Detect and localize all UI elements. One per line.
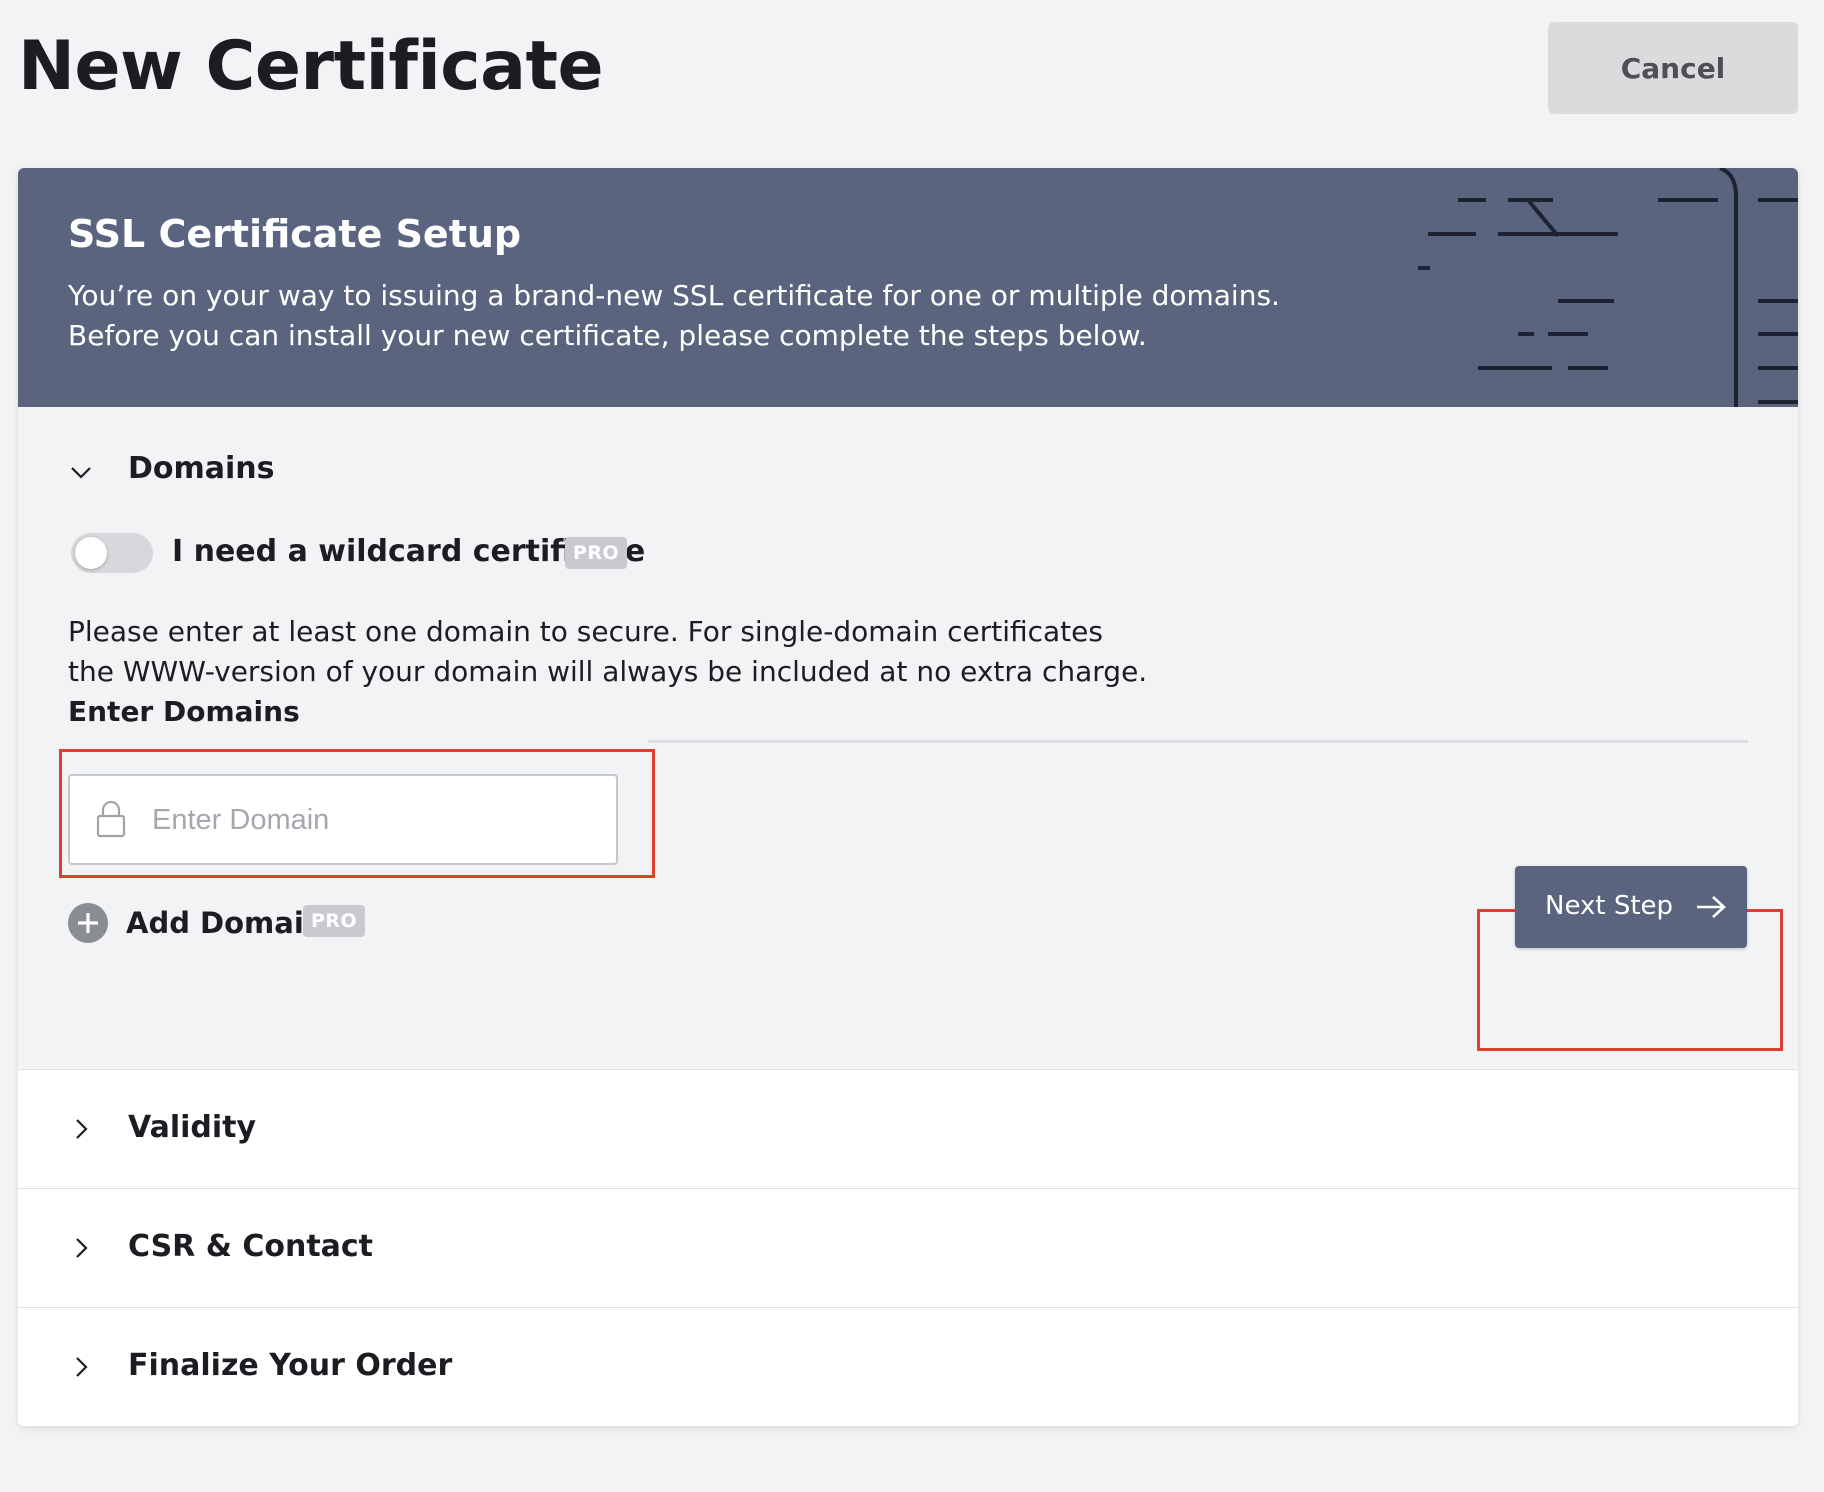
certificate-setup-card: SSL Certificate Setup You’re on your way…	[18, 168, 1798, 1426]
section-validity[interactable]: Validity	[18, 1070, 1798, 1189]
toggle-knob	[75, 537, 107, 569]
banner-decoration-icon	[1418, 168, 1798, 407]
info-line-2: the WWW-version of your domain will alwa…	[68, 655, 1148, 688]
banner-description: You’re on your way to issuing a brand-ne…	[68, 276, 1368, 356]
lock-icon	[96, 800, 126, 838]
add-domain-pro-badge: PRO	[303, 905, 366, 937]
domains-divider	[648, 740, 1748, 743]
chevron-down-icon[interactable]	[68, 459, 94, 485]
next-step-label: Next Step	[1545, 891, 1674, 921]
banner-title: SSL Certificate Setup	[68, 212, 522, 256]
section-validity-title: Validity	[128, 1110, 257, 1145]
section-finalize-order[interactable]: Finalize Your Order	[18, 1308, 1798, 1426]
info-line-1: Please enter at least one domain to secu…	[68, 615, 1103, 648]
section-finalize-title: Finalize Your Order	[128, 1348, 453, 1383]
banner-line-2: Before you can install your new certific…	[68, 319, 1147, 352]
wildcard-toggle[interactable]	[71, 533, 153, 573]
add-domain-label: Add Domain	[126, 906, 325, 940]
section-csr-contact[interactable]: CSR & Contact	[18, 1189, 1798, 1308]
chevron-right-icon	[76, 1119, 88, 1139]
wildcard-pro-badge: PRO	[565, 537, 628, 569]
arrow-right-icon	[1697, 896, 1726, 918]
banner-line-1: You’re on your way to issuing a brand-ne…	[68, 279, 1280, 312]
chevron-right-icon	[76, 1357, 88, 1377]
next-step-button[interactable]: Next Step	[1515, 866, 1747, 948]
page-title: New Certificate	[18, 27, 604, 106]
domains-info-text: Please enter at least one domain to secu…	[68, 612, 1168, 692]
plus-circle-icon	[68, 903, 108, 943]
enter-domains-label: Enter Domains	[68, 695, 300, 728]
domain-input[interactable]	[150, 776, 604, 865]
domain-input-wrapper	[68, 774, 618, 865]
cancel-button[interactable]: Cancel	[1548, 22, 1798, 114]
domains-section-title[interactable]: Domains	[128, 449, 275, 489]
section-csr-title: CSR & Contact	[128, 1229, 374, 1264]
setup-banner: SSL Certificate Setup You’re on your way…	[18, 168, 1798, 407]
chevron-right-icon	[76, 1238, 88, 1258]
